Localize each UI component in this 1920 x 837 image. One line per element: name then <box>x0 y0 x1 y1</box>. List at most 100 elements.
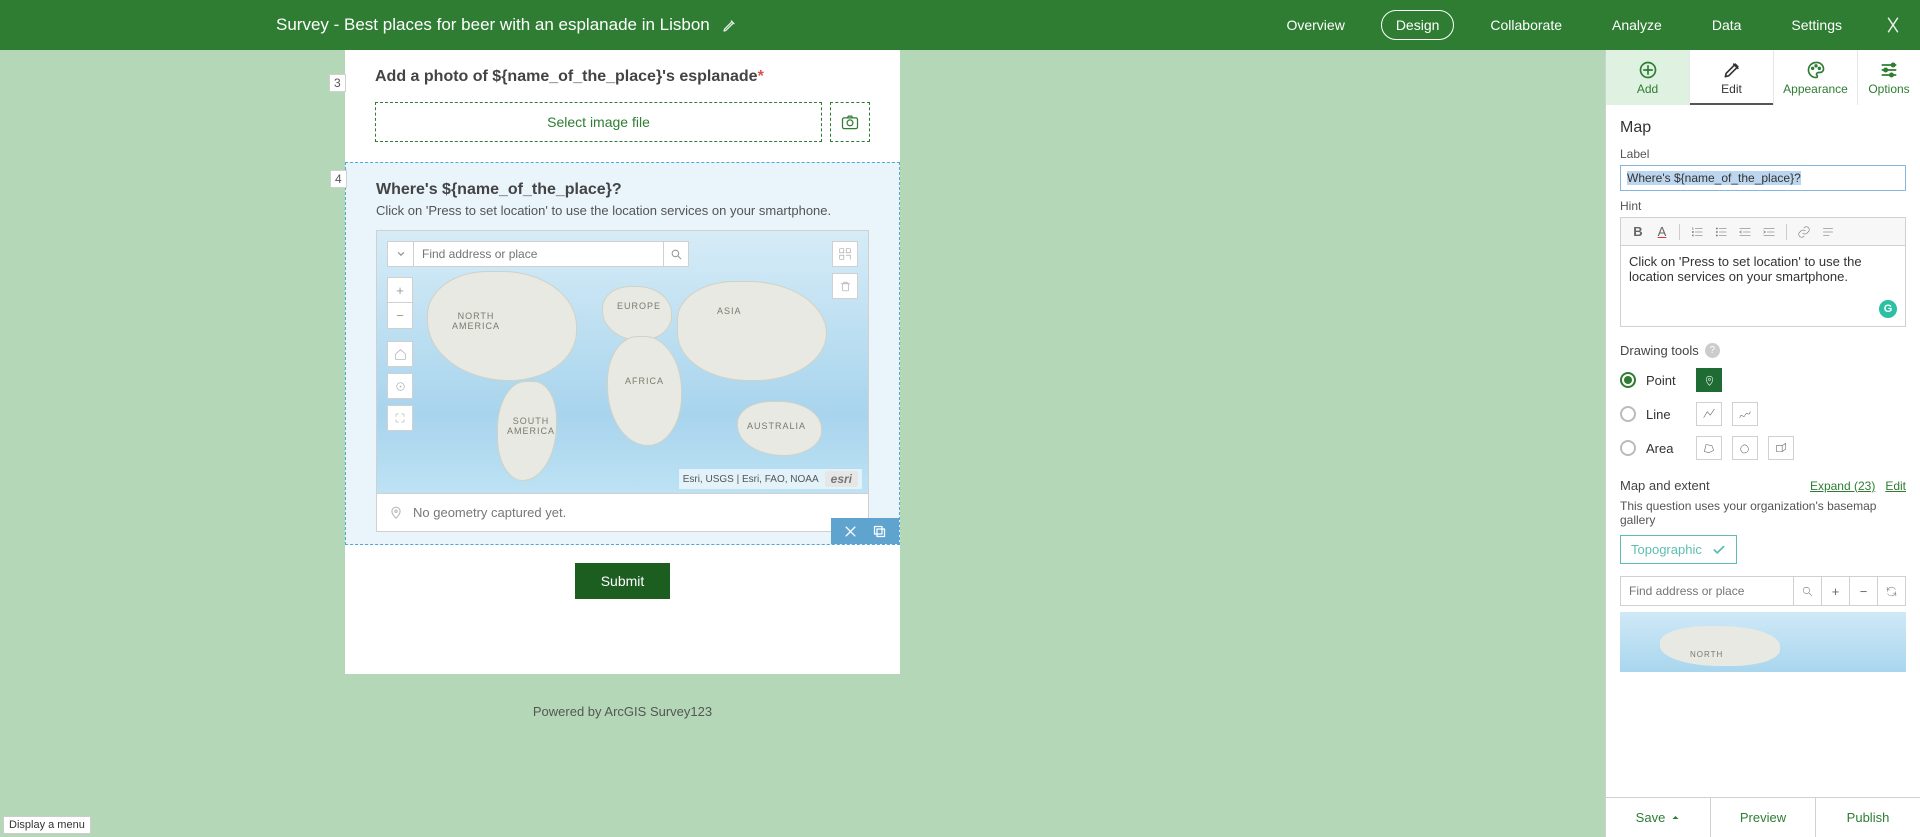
tool-point-row[interactable]: Point <box>1620 368 1906 392</box>
continent-sa: SOUTH AMERICA <box>507 416 555 436</box>
q4-hint: Click on 'Press to set location' to use … <box>376 203 869 218</box>
home-button[interactable] <box>387 341 413 367</box>
grammarly-icon[interactable]: G <box>1879 300 1897 318</box>
continent-au: AUSTRALIA <box>747 421 806 431</box>
bold-button[interactable]: B <box>1627 221 1649 243</box>
search-dropdown-toggle[interactable] <box>387 241 413 267</box>
extent-preview-map[interactable]: NORTH <box>1620 612 1906 672</box>
basemap-note: This question uses your organization's b… <box>1620 499 1906 527</box>
area-freehand[interactable] <box>1732 436 1758 460</box>
powered-by: Powered by ArcGIS Survey123 <box>345 704 900 719</box>
radio-point[interactable] <box>1620 372 1636 388</box>
ordered-list-icon <box>1690 225 1704 239</box>
map-search-input[interactable] <box>413 241 663 267</box>
area-smart[interactable] <box>1768 436 1794 460</box>
map-widget: NORTH AMERICA SOUTH AMERICA EUROPE AFRIC… <box>376 230 869 532</box>
radio-line[interactable] <box>1620 406 1636 422</box>
submit-button[interactable]: Submit <box>575 563 671 599</box>
label-input[interactable]: Where's ${name_of_the_place}? <box>1620 165 1906 191</box>
outdent-button[interactable] <box>1734 221 1756 243</box>
extent-refresh[interactable] <box>1877 577 1905 605</box>
extent-search: + − <box>1620 576 1906 606</box>
drawing-tools-label: Drawing tools ? <box>1620 343 1906 358</box>
extent-search-button[interactable] <box>1793 577 1821 605</box>
nav-collaborate[interactable]: Collaborate <box>1476 11 1576 39</box>
ol-button[interactable] <box>1686 221 1708 243</box>
qr-button[interactable] <box>832 241 858 267</box>
point-shape-pin[interactable] <box>1696 368 1722 392</box>
extent-zoom-in[interactable]: + <box>1821 577 1849 605</box>
outdent-icon <box>1738 225 1752 239</box>
map-search-button[interactable] <box>663 241 689 267</box>
zoom-out-button[interactable]: − <box>387 303 413 329</box>
select-image-button[interactable]: Select image file <box>375 102 822 142</box>
tab-add[interactable]: Add <box>1606 50 1690 105</box>
close-icon[interactable] <box>843 524 858 539</box>
unordered-list-icon <box>1714 225 1728 239</box>
question-3[interactable]: 3 Add a photo of ${name_of_the_place}'s … <box>345 50 900 152</box>
nav-overview[interactable]: Overview <box>1272 11 1358 39</box>
freehand-polygon-icon <box>1738 441 1752 455</box>
continent-eu: EUROPE <box>617 301 661 311</box>
continent-as: ASIA <box>717 306 742 316</box>
line-straight[interactable] <box>1696 402 1722 426</box>
mini-map-label: NORTH <box>1690 650 1723 659</box>
q3-label: Add a photo of ${name_of_the_place}'s es… <box>375 68 870 86</box>
nav-design[interactable]: Design <box>1381 10 1455 40</box>
help-icon[interactable]: ? <box>1705 343 1720 358</box>
tool-area-row[interactable]: Area <box>1620 436 1906 460</box>
map-canvas[interactable]: NORTH AMERICA SOUTH AMERICA EUROPE AFRIC… <box>377 231 868 493</box>
link-button[interactable] <box>1793 221 1815 243</box>
check-icon <box>1712 543 1726 557</box>
expand-link[interactable]: Expand (23) <box>1810 479 1875 493</box>
basemap-selector[interactable]: Topographic <box>1620 535 1737 564</box>
indent-icon <box>1762 225 1776 239</box>
font-color-button[interactable]: A <box>1651 221 1673 243</box>
ul-button[interactable] <box>1710 221 1732 243</box>
pencil-icon <box>1722 60 1742 80</box>
question-number-4: 4 <box>330 170 347 188</box>
publish-button[interactable]: Publish <box>1816 798 1920 837</box>
fullscreen-icon <box>394 412 406 424</box>
locate-button[interactable] <box>387 373 413 399</box>
edit-title-icon[interactable] <box>722 17 738 33</box>
tab-options[interactable]: Options <box>1858 50 1920 105</box>
tab-appearance[interactable]: Appearance <box>1774 50 1858 105</box>
tab-edit[interactable]: Edit <box>1690 50 1774 105</box>
survey-title: Survey - Best places for beer with an es… <box>276 15 710 35</box>
duplicate-icon[interactable] <box>872 524 887 539</box>
camera-button[interactable] <box>830 102 870 142</box>
radio-area[interactable] <box>1620 440 1636 456</box>
area-polygon[interactable] <box>1696 436 1722 460</box>
tool-line-row[interactable]: Line <box>1620 402 1906 426</box>
nav-settings[interactable]: Settings <box>1777 11 1856 39</box>
clear-format-button[interactable] <box>1817 221 1839 243</box>
palette-icon <box>1806 60 1826 80</box>
line-freehand[interactable] <box>1732 402 1758 426</box>
tools-icon[interactable] <box>1884 16 1902 34</box>
extent-search-input[interactable] <box>1621 577 1793 605</box>
polyline-icon <box>1702 407 1716 421</box>
extent-zoom-out[interactable]: − <box>1849 577 1877 605</box>
selection-toolbar <box>831 518 899 544</box>
nav-analyze[interactable]: Analyze <box>1598 11 1676 39</box>
top-bar: Survey - Best places for beer with an es… <box>0 0 1920 50</box>
fullscreen-button[interactable] <box>387 405 413 431</box>
preview-button[interactable]: Preview <box>1711 798 1816 837</box>
map-attribution: Esri, USGS | Esri, FAO, NOAA esri <box>679 469 862 489</box>
caret-up-icon <box>1671 813 1680 822</box>
save-button[interactable]: Save <box>1606 798 1711 837</box>
nav-data[interactable]: Data <box>1698 11 1756 39</box>
continent-na: NORTH AMERICA <box>452 311 500 331</box>
panel-tabs: Add Edit Appearance Options <box>1606 50 1920 105</box>
indent-button[interactable] <box>1758 221 1780 243</box>
camera-icon <box>840 112 860 132</box>
search-icon <box>1801 585 1814 598</box>
qr-icon <box>838 247 852 261</box>
hint-textarea[interactable]: Click on 'Press to set location' to use … <box>1620 245 1906 327</box>
zoom-in-button[interactable]: + <box>387 277 413 303</box>
locate-icon <box>394 380 407 393</box>
delete-button[interactable] <box>832 273 858 299</box>
edit-extent-link[interactable]: Edit <box>1885 479 1906 493</box>
question-4-selected[interactable]: 4 Where's ${name_of_the_place}? Click on… <box>345 162 900 545</box>
